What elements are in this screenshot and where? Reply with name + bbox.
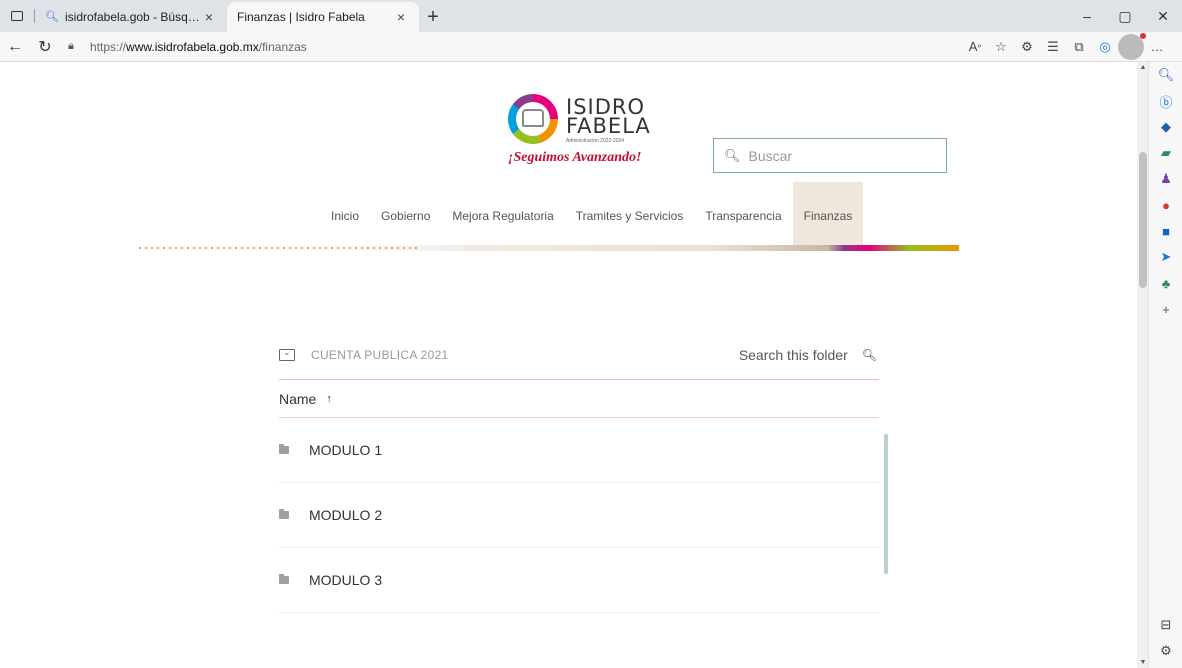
search-icon: 🔍︎ — [724, 147, 741, 163]
outlook-icon[interactable]: ■ — [1149, 218, 1182, 244]
lock-icon: 🔒︎ — [68, 40, 74, 52]
browser-tab-finanzas[interactable]: Finanzas | Isidro Fabela × — [227, 2, 419, 32]
toolbar-icons: A» ☆ ⚙ ☰ ⧉ ◎ … — [962, 32, 1170, 60]
tab-title: Finanzas | Isidro Fabela — [237, 10, 365, 24]
tab-actions-icon — [11, 11, 23, 21]
search-icon[interactable]: 🔍︎ — [1149, 62, 1182, 88]
site-search: 🔍︎ — [713, 138, 947, 173]
office-icon[interactable]: ● — [1149, 192, 1182, 218]
folder-icon — [279, 509, 289, 519]
folder-name: CUENTA PUBLICA 2021 — [311, 347, 449, 362]
more-menu-icon[interactable]: … — [1144, 34, 1170, 60]
nav-item-gobierno[interactable]: Gobierno — [370, 182, 441, 250]
url-path: /finanzas — [258, 39, 307, 54]
list-item-label: MODULO 3 — [309, 572, 383, 588]
collections-icon[interactable]: ⧉ — [1066, 34, 1092, 60]
column-header-name[interactable]: Name ↑ — [279, 380, 879, 418]
sidebar-bottom: ⊟ ⚙ — [1149, 612, 1182, 664]
nav-item-inicio[interactable]: Inicio — [320, 182, 370, 250]
decorative-dots — [137, 245, 417, 251]
extensions-icon[interactable]: ⚙ — [1014, 34, 1040, 60]
page-content: ISIDRO FABELA Administración 2022-2024 ¡… — [0, 62, 1137, 668]
back-button[interactable]: ← — [0, 32, 30, 62]
shopping-tag-icon[interactable]: ◆ — [1149, 114, 1182, 140]
search-icon[interactable]: 🔍︎ — [862, 348, 877, 362]
folder-header: CUENTA PUBLICA 2021 Search this folder 🔍… — [279, 330, 879, 380]
sort-arrow-icon: ↑ — [326, 392, 332, 405]
edge-sidebar: 🔍︎ ⓑ ◆ ▰ ♟ ● ■ ➤ ♣ + ⊟ ⚙ — [1148, 62, 1182, 668]
hide-sidebar-icon[interactable]: ⊟ — [1149, 612, 1182, 638]
new-tab-button[interactable]: + — [419, 2, 447, 32]
folder-search-label[interactable]: Search this folder — [739, 347, 848, 363]
send-icon[interactable]: ➤ — [1149, 244, 1182, 270]
window-controls: – ▢ ✕ — [1068, 0, 1182, 32]
tab-title: isidrofabela.gob - Búsqueda — [65, 10, 201, 24]
games-icon[interactable]: ♟ — [1149, 166, 1182, 192]
logo-name-line2: FABELA — [566, 114, 651, 138]
nav-item-transparencia[interactable]: Transparencia — [694, 182, 792, 250]
list-item-label: MODULO 1 — [309, 442, 383, 458]
list-item[interactable]: MODULO 3 — [279, 548, 879, 613]
scrollbar-thumb[interactable] — [1139, 152, 1147, 288]
nav-item-tramites-servicios[interactable]: Tramites y Servicios — [565, 182, 695, 250]
main-nav: Inicio Gobierno Mejora Regulatoria Trami… — [320, 182, 864, 250]
add-icon[interactable]: + — [1149, 296, 1182, 322]
tools-briefcase-icon[interactable]: ▰ — [1149, 140, 1182, 166]
site-logo[interactable]: ISIDRO FABELA Administración 2022-2024 ¡… — [508, 94, 678, 174]
close-window-icon[interactable]: ✕ — [1144, 0, 1182, 32]
restore-icon[interactable]: ▢ — [1106, 0, 1144, 32]
logo-slogan: ¡Seguimos Avanzando! — [508, 150, 642, 165]
nav-item-mejora-regulatoria[interactable]: Mejora Regulatoria — [441, 182, 564, 250]
logo-name: ISIDRO FABELA — [566, 97, 651, 138]
folder-icon[interactable] — [279, 347, 295, 361]
column-name-label: Name — [279, 390, 317, 407]
bing-icon[interactable]: ⓑ — [1149, 88, 1182, 114]
browser-tab-search[interactable]: 🔍︎ isidrofabela.gob - Búsqueda × — [35, 2, 227, 32]
search-icon: 🔍︎ — [45, 11, 59, 23]
profile-avatar[interactable] — [1118, 32, 1146, 60]
favorite-star-icon[interactable]: ☆ — [988, 34, 1014, 60]
tab-actions-button[interactable] — [0, 0, 34, 32]
url-field[interactable]: 🔒︎ https://www.isidrofabela.gob.mx/finan… — [68, 35, 948, 59]
list-item[interactable]: MODULO 2 — [279, 483, 879, 548]
address-bar: ← ↻ 🔒︎ https://www.isidrofabela.gob.mx/f… — [0, 32, 1182, 62]
close-tab-icon[interactable]: × — [201, 9, 217, 25]
folder-icon — [279, 574, 289, 584]
list-item-label: MODULO 2 — [309, 507, 383, 523]
browser-tab-bar: 🔍︎ isidrofabela.gob - Búsqueda × Finanza… — [0, 0, 1182, 32]
avatar — [1118, 32, 1146, 60]
read-aloud-icon[interactable]: A» — [962, 34, 988, 60]
folder-scrollbar[interactable] — [884, 434, 888, 574]
list-item[interactable]: MODULO 1 — [279, 418, 879, 483]
edge-icon[interactable]: ◎ — [1092, 34, 1118, 60]
logo-ring-icon — [508, 94, 558, 144]
tree-icon[interactable]: ♣ — [1149, 270, 1182, 296]
logo-admin-text: Administración 2022-2024 — [566, 138, 625, 144]
settings-gear-icon[interactable]: ⚙ — [1149, 638, 1182, 664]
url-host: www.isidrofabela.gob.mx — [126, 39, 259, 54]
refresh-button[interactable]: ↻ — [30, 32, 60, 62]
seal-icon — [522, 109, 544, 127]
folder-widget: CUENTA PUBLICA 2021 Search this folder 🔍… — [279, 330, 888, 613]
url-scheme: https:// — [90, 39, 127, 54]
search-input[interactable] — [748, 147, 939, 164]
folder-icon — [279, 444, 289, 454]
minimize-icon[interactable]: – — [1068, 0, 1106, 32]
favorites-list-icon[interactable]: ☰ — [1040, 34, 1066, 60]
nav-item-finanzas[interactable]: Finanzas — [792, 182, 864, 250]
close-tab-icon[interactable]: × — [393, 9, 409, 25]
